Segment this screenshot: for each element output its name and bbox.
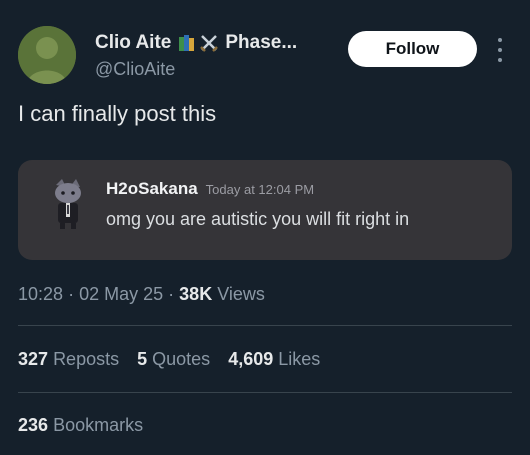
meta-separator: · (68, 284, 75, 304)
reposts-label: Reposts (53, 349, 120, 369)
reposts-count: 327 (18, 349, 49, 369)
quotes-count: 5 (137, 349, 148, 369)
crossed-swords-icon (200, 35, 219, 52)
embed-message: omg you are autistic you will fit right … (106, 209, 410, 229)
embed-header: H2oSakana Today at 12:04 PM (106, 179, 314, 199)
tweet-date[interactable]: 02 May 25 (79, 284, 163, 304)
embed-timestamp: Today at 12:04 PM (205, 182, 315, 197)
reposts-stat[interactable]: 327 Reposts (18, 349, 119, 370)
quotes-stat[interactable]: 5 Quotes (137, 349, 210, 370)
embed-user-avatar (55, 179, 81, 229)
engagement-stats: 327 Reposts 5 Quotes 4,609 Likes (18, 349, 320, 370)
author-display-name[interactable]: Clio Aite (95, 32, 171, 54)
tweet-time[interactable]: 10:28 (18, 284, 63, 304)
more-options-icon[interactable] (494, 38, 506, 62)
bookmarks-label: Bookmarks (53, 415, 144, 435)
author-emoji-group (177, 33, 219, 53)
author-handle[interactable]: @ClioAite (95, 59, 175, 80)
default-avatar-icon (18, 26, 76, 84)
tweet-text: I can finally post this (18, 101, 217, 126)
likes-count: 4,609 (228, 349, 274, 369)
tweet-meta: 10:28 · 02 May 25 · 38K Views (18, 284, 265, 305)
divider (18, 392, 512, 393)
views-count: 38K (179, 284, 213, 304)
bookmarks-stat[interactable]: 236 Bookmarks (18, 415, 143, 436)
author-name-row[interactable]: Clio Aite Phase... (95, 32, 297, 54)
likes-label: Likes (278, 349, 321, 369)
divider (18, 325, 512, 326)
tweet-detail: Clio Aite Phase... @ClioAite Follow I ca… (0, 0, 530, 455)
views-label: Views (217, 284, 265, 304)
books-icon (179, 35, 195, 51)
attached-image[interactable]: H2oSakana Today at 12:04 PM omg you are … (18, 160, 512, 260)
author-name-suffix: Phase... (225, 32, 298, 53)
bookmarks-count: 236 (18, 415, 49, 435)
author-avatar[interactable] (18, 26, 76, 84)
likes-stat[interactable]: 4,609 Likes (228, 349, 320, 370)
meta-separator: · (168, 284, 175, 304)
quotes-label: Quotes (152, 349, 211, 369)
follow-button[interactable]: Follow (348, 31, 477, 67)
embed-username: H2oSakana (106, 179, 198, 198)
